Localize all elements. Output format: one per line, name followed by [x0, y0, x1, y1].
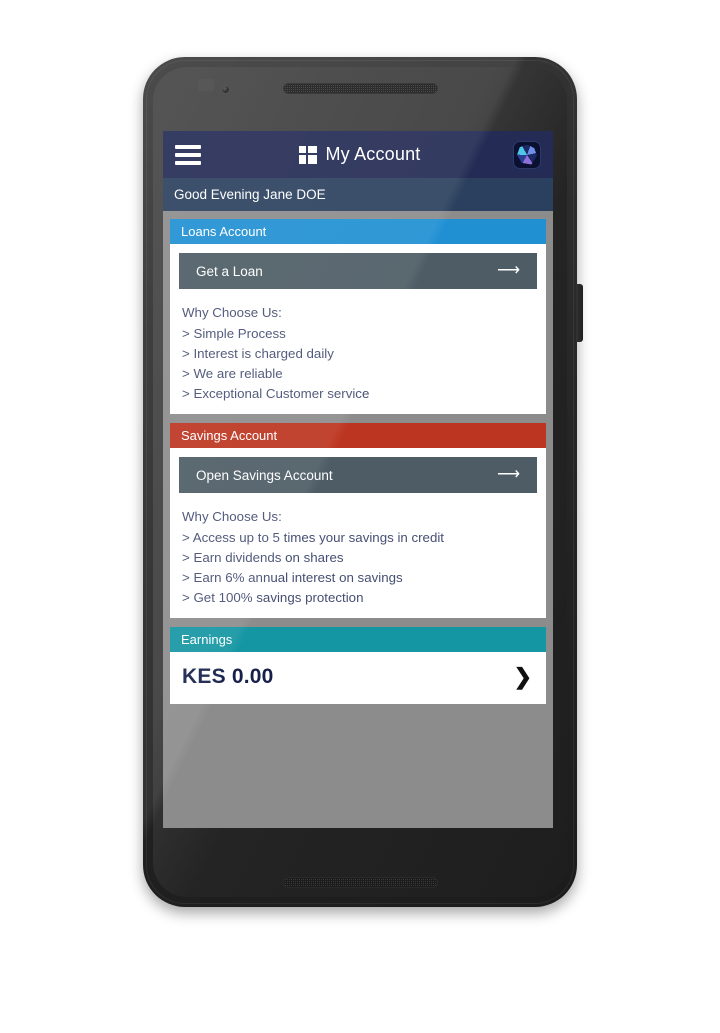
- savings-why-item: > Get 100% savings protection: [182, 590, 364, 605]
- earpiece-speaker-grille: [283, 83, 438, 94]
- loans-why-title: Why Choose Us:: [182, 305, 282, 320]
- get-a-loan-label: Get a Loan: [196, 263, 263, 279]
- grid-cell: [308, 154, 318, 164]
- arrow-right-icon: ⟶: [497, 466, 520, 483]
- grid-dashboard-icon: [299, 145, 318, 164]
- earnings-card: Earnings KES 0.00 ❯: [170, 627, 546, 704]
- hamburger-bar: [175, 152, 201, 157]
- greeting-text: Good Evening Jane DOE: [174, 187, 326, 202]
- greeting-bar: Good Evening Jane DOE: [163, 178, 553, 211]
- loans-card-body: Get a Loan ⟶: [170, 244, 546, 289]
- front-camera-icon: [221, 85, 230, 94]
- loans-why-choose-us: Why Choose Us: > Simple Process > Intere…: [170, 289, 546, 414]
- savings-card-header: Savings Account: [170, 423, 546, 448]
- loans-why-item: > Interest is charged daily: [182, 346, 334, 361]
- loans-why-item: > Exceptional Customer service: [182, 386, 370, 401]
- bottom-speaker-grille: [283, 877, 438, 888]
- earnings-card-title: Earnings: [181, 632, 233, 647]
- page-title: My Account: [325, 144, 421, 164]
- brand-logo-icon[interactable]: [513, 140, 541, 169]
- savings-why-item: > Access up to 5 times your savings in c…: [182, 530, 444, 545]
- loans-account-card: Loans Account Get a Loan ⟶ Why Choose Us…: [170, 219, 546, 414]
- savings-account-card: Savings Account Open Savings Account ⟶ W…: [170, 423, 546, 618]
- savings-why-item: > Earn dividends on shares: [182, 550, 344, 565]
- savings-why-title: Why Choose Us:: [182, 509, 282, 524]
- app-bar: My Account: [163, 131, 553, 178]
- hamburger-bar: [175, 160, 201, 165]
- proximity-sensor: [198, 79, 214, 91]
- loans-card-header: Loans Account: [170, 219, 546, 244]
- grid-cell: [299, 154, 307, 164]
- open-savings-account-label: Open Savings Account: [196, 467, 333, 483]
- earnings-row[interactable]: KES 0.00 ❯: [170, 652, 546, 704]
- hamburger-bar: [175, 144, 201, 149]
- hamburger-menu-icon[interactable]: [175, 144, 201, 165]
- earnings-card-header: Earnings: [170, 627, 546, 652]
- grid-cell: [308, 145, 318, 153]
- power-button[interactable]: [576, 284, 583, 342]
- earnings-amount: KES 0.00: [182, 665, 274, 688]
- arrow-right-icon: ⟶: [497, 262, 520, 279]
- savings-card-body: Open Savings Account ⟶: [170, 448, 546, 493]
- get-a-loan-button[interactable]: Get a Loan ⟶: [179, 253, 537, 289]
- chevron-right-icon: ❯: [513, 664, 532, 689]
- savings-card-title: Savings Account: [181, 428, 278, 443]
- brand-logo-shape: [517, 144, 537, 165]
- open-savings-account-button[interactable]: Open Savings Account ⟶: [179, 457, 537, 493]
- loans-why-item: > Simple Process: [182, 326, 286, 341]
- loans-why-item: > We are reliable: [182, 366, 283, 381]
- grid-cell: [299, 145, 307, 153]
- savings-why-item: > Earn 6% annual interest on savings: [182, 570, 403, 585]
- phone-screen: My Account Good Evening Jane DOE Loans A…: [163, 131, 553, 828]
- savings-why-choose-us: Why Choose Us: > Access up to 5 times yo…: [170, 493, 546, 618]
- main-content: Loans Account Get a Loan ⟶ Why Choose Us…: [163, 211, 553, 828]
- app-bar-title-group: My Account: [207, 144, 513, 165]
- screenshot-stage: My Account Good Evening Jane DOE Loans A…: [0, 0, 720, 1033]
- loans-card-title: Loans Account: [181, 224, 267, 239]
